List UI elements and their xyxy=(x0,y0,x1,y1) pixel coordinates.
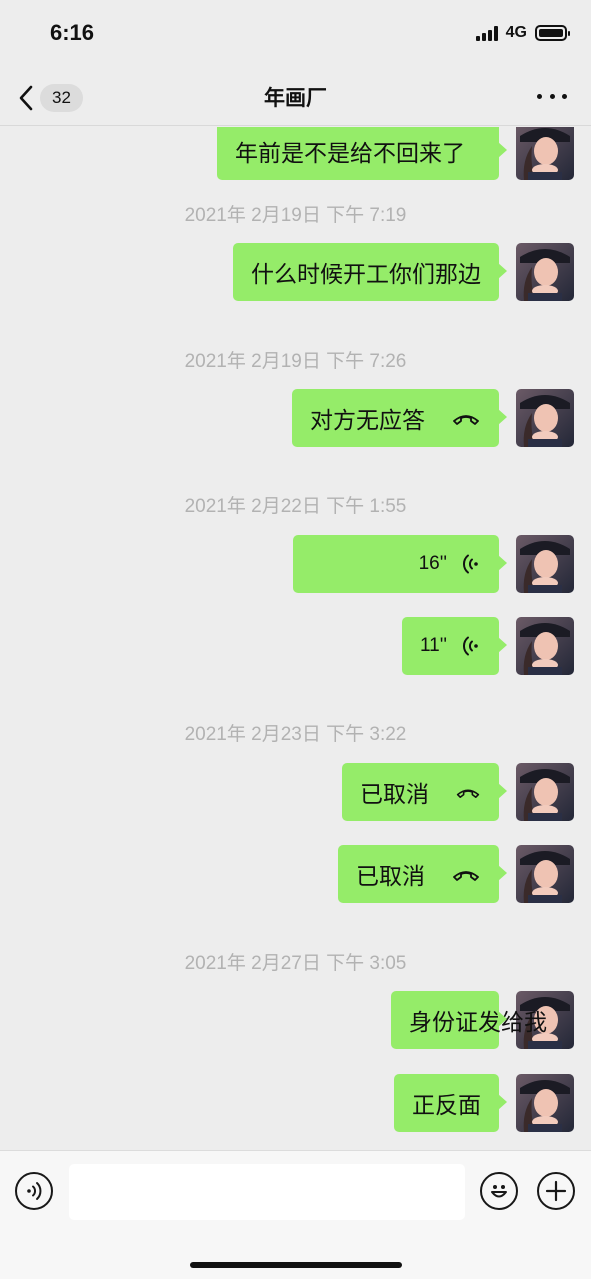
message-timestamp: 2021年 2月27日 下午 3:05 xyxy=(184,953,407,974)
message-row: 对方无应答 xyxy=(292,389,574,447)
battery-icon xyxy=(535,25,570,41)
avatar[interactable] xyxy=(516,243,574,301)
phone-hangup-icon xyxy=(456,789,480,798)
text-message-bubble[interactable]: 年前是不是给不回来了 xyxy=(217,127,507,180)
unread-count-badge: 32 xyxy=(40,84,83,112)
message-text: 年前是不是给不回来了 xyxy=(235,141,465,167)
message-row: 什么时候开工你们那边 xyxy=(233,243,574,301)
message-row: 正反面 xyxy=(394,1074,574,1132)
status-indicators: 4G xyxy=(475,24,570,42)
voice-message-bubble[interactable]: 16'' xyxy=(293,535,507,593)
message-row: 已取消 xyxy=(338,845,574,903)
message-text: 已取消 xyxy=(360,782,429,808)
voice-toggle-button[interactable] xyxy=(15,1172,53,1210)
home-indicator xyxy=(190,1262,402,1268)
chat-title: 年画厂 xyxy=(264,86,327,110)
call-record-bubble[interactable]: 已取消 xyxy=(342,763,507,821)
network-type: 4G xyxy=(505,24,527,41)
avatar[interactable] xyxy=(516,763,574,821)
avatar[interactable] xyxy=(516,845,574,903)
chat-header: 32 年画厂 xyxy=(0,70,591,126)
phone-hangup-icon xyxy=(453,871,479,881)
chat-area[interactable]: 年前是不是给不回来了 2021年 2月19日 下午 7:19 什么时候开工你们那边 2… xyxy=(0,127,591,1150)
call-record-bubble[interactable]: 对方无应答 xyxy=(292,389,507,447)
voice-icon xyxy=(27,1182,42,1200)
message-timestamp: 2021年 2月23日 下午 3:22 xyxy=(184,724,407,745)
message-timestamp: 2021年 2月22日 下午 1:55 xyxy=(184,496,407,517)
voice-wave-icon xyxy=(462,554,478,574)
voice-message-bubble[interactable]: 11'' xyxy=(402,617,507,675)
message-text: 已取消 xyxy=(356,864,425,890)
add-button[interactable] xyxy=(537,1172,575,1210)
avatar[interactable] xyxy=(516,1074,574,1132)
input-bar xyxy=(0,1150,591,1279)
avatar[interactable] xyxy=(516,535,574,593)
message-text: 11'' xyxy=(420,635,447,656)
voice-wave-icon xyxy=(462,636,478,656)
message-text: 对方无应答 xyxy=(310,408,425,434)
phone-hangup-icon xyxy=(453,415,479,425)
plus-icon xyxy=(545,1180,567,1202)
message-text: 身份证发给我 xyxy=(409,1010,547,1036)
status-time: 6:16 xyxy=(50,20,95,45)
text-message-bubble[interactable]: 身份证发给我 xyxy=(391,991,547,1049)
message-row: 身份证发给我 xyxy=(391,991,574,1049)
more-icon xyxy=(537,93,542,99)
avatar[interactable] xyxy=(516,389,574,447)
text-message-bubble[interactable]: 什么时候开工你们那边 xyxy=(233,243,507,301)
message-text: 16'' xyxy=(418,553,447,574)
message-row: 16'' xyxy=(293,535,574,593)
message-row: 已取消 xyxy=(342,763,574,821)
signal-icon xyxy=(475,25,498,41)
message-input[interactable] xyxy=(69,1164,465,1220)
back-button[interactable]: 32 xyxy=(18,78,83,118)
avatar[interactable] xyxy=(516,617,574,675)
message-row: 年前是不是给不回来了 xyxy=(217,127,574,180)
emoji-icon xyxy=(491,1185,507,1198)
message-text: 什么时候开工你们那边 xyxy=(251,262,481,288)
avatar[interactable] xyxy=(516,127,574,180)
message-timestamp: 2021年 2月19日 下午 7:19 xyxy=(184,205,407,226)
more-button[interactable] xyxy=(537,84,567,108)
message-text: 正反面 xyxy=(412,1093,481,1119)
text-message-bubble[interactable]: 正反面 xyxy=(394,1074,507,1132)
message-row: 11'' xyxy=(402,617,574,675)
status-bar: 6:16 4G xyxy=(0,0,591,70)
chevron-left-icon xyxy=(19,85,33,111)
message-timestamp: 2021年 2月19日 下午 7:26 xyxy=(184,351,407,372)
emoji-button[interactable] xyxy=(480,1172,518,1210)
call-record-bubble[interactable]: 已取消 xyxy=(338,845,507,903)
